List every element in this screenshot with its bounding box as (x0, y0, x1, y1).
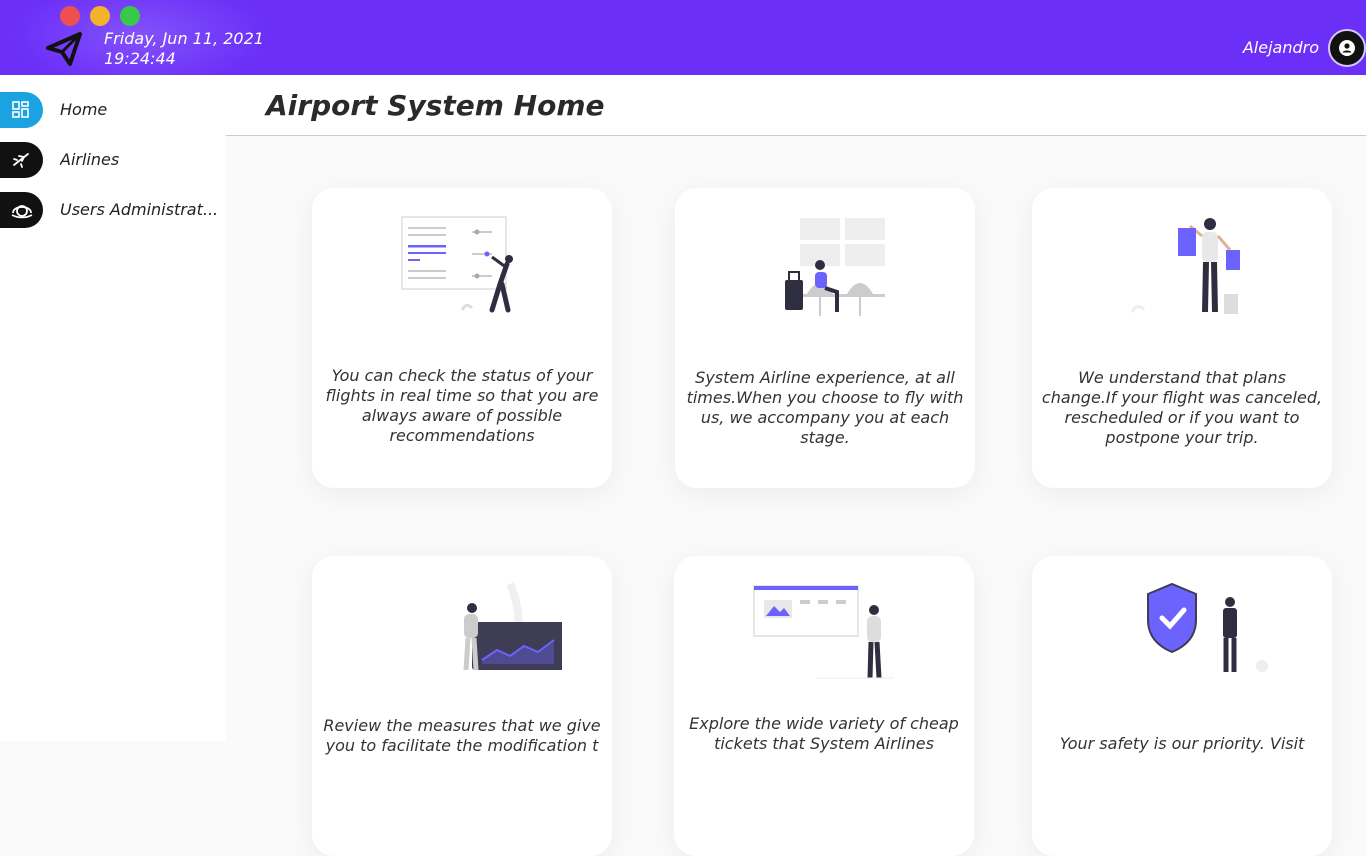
sidebar-item-users-administration[interactable]: Users Administrat... (0, 192, 226, 228)
sidebar-item-airlines[interactable]: Airlines (0, 142, 226, 178)
nav-pill-users (0, 192, 43, 228)
browsing-website-illustration (753, 585, 894, 679)
datetime-display: Friday, Jun 11, 2021 19:24:44 (104, 29, 264, 69)
sidebar-item-home[interactable]: Home (0, 92, 226, 128)
time-label: 19:24:44 (104, 49, 176, 68)
page-header: Airport System Home (226, 75, 1366, 136)
card-description: We understand that plans change.If your … (1041, 368, 1323, 447)
sidebar: Home Airlines Users Administrat... (0, 75, 226, 741)
maximize-window-button[interactable] (120, 6, 140, 26)
analytics-chart-illustration (463, 582, 562, 671)
airplane-icon (13, 153, 29, 168)
sidebar-item-label: Airlines (60, 150, 120, 169)
card-description: Review the measures that we give you to … (323, 716, 601, 755)
grid-icon (12, 101, 29, 118)
main-content: Airport System Home You can check the st… (226, 75, 1366, 856)
shopping-traveler-illustration (1130, 218, 1240, 314)
sidebar-item-label: Home (60, 100, 108, 119)
username-label[interactable]: Alejandro (1243, 38, 1319, 57)
users-icon (11, 205, 33, 219)
paper-plane-icon[interactable] (44, 28, 84, 68)
info-card-plans-change[interactable]: We understand that plans change.If your … (1032, 188, 1332, 488)
minimize-window-button[interactable] (90, 6, 110, 26)
page-title: Airport System Home (266, 89, 605, 122)
flight-status-illustration (401, 216, 513, 313)
card-description: Explore the wide variety of cheap ticket… (689, 714, 959, 753)
close-window-button[interactable] (60, 6, 80, 26)
info-card-safety[interactable]: Your safety is our priority. Visit (1032, 556, 1332, 856)
title-bar: Friday, Jun 11, 2021 19:24:44 Alejandro (0, 0, 1366, 75)
info-card-cheap-tickets[interactable]: Explore the wide variety of cheap ticket… (674, 556, 974, 856)
user-circle-icon[interactable] (1328, 29, 1366, 67)
nav-pill-airlines (0, 142, 43, 178)
info-card-measures[interactable]: Review the measures that we give you to … (312, 556, 612, 856)
sidebar-item-label: Users Administrat... (60, 200, 219, 219)
card-description: Your safety is our priority. Visit (1059, 734, 1305, 753)
date-label: Friday, Jun 11, 2021 (104, 29, 264, 48)
info-card-experience[interactable]: System Airline experience, at all times.… (675, 188, 975, 488)
card-description: System Airline experience, at all times.… (686, 368, 964, 447)
security-shield-illustration (1147, 582, 1268, 672)
waiting-lounge-illustration (785, 218, 885, 316)
card-description: You can check the status of your flights… (325, 366, 599, 445)
nav-pill-home (0, 92, 43, 128)
info-card-flight-status[interactable]: You can check the status of your flights… (312, 188, 612, 488)
